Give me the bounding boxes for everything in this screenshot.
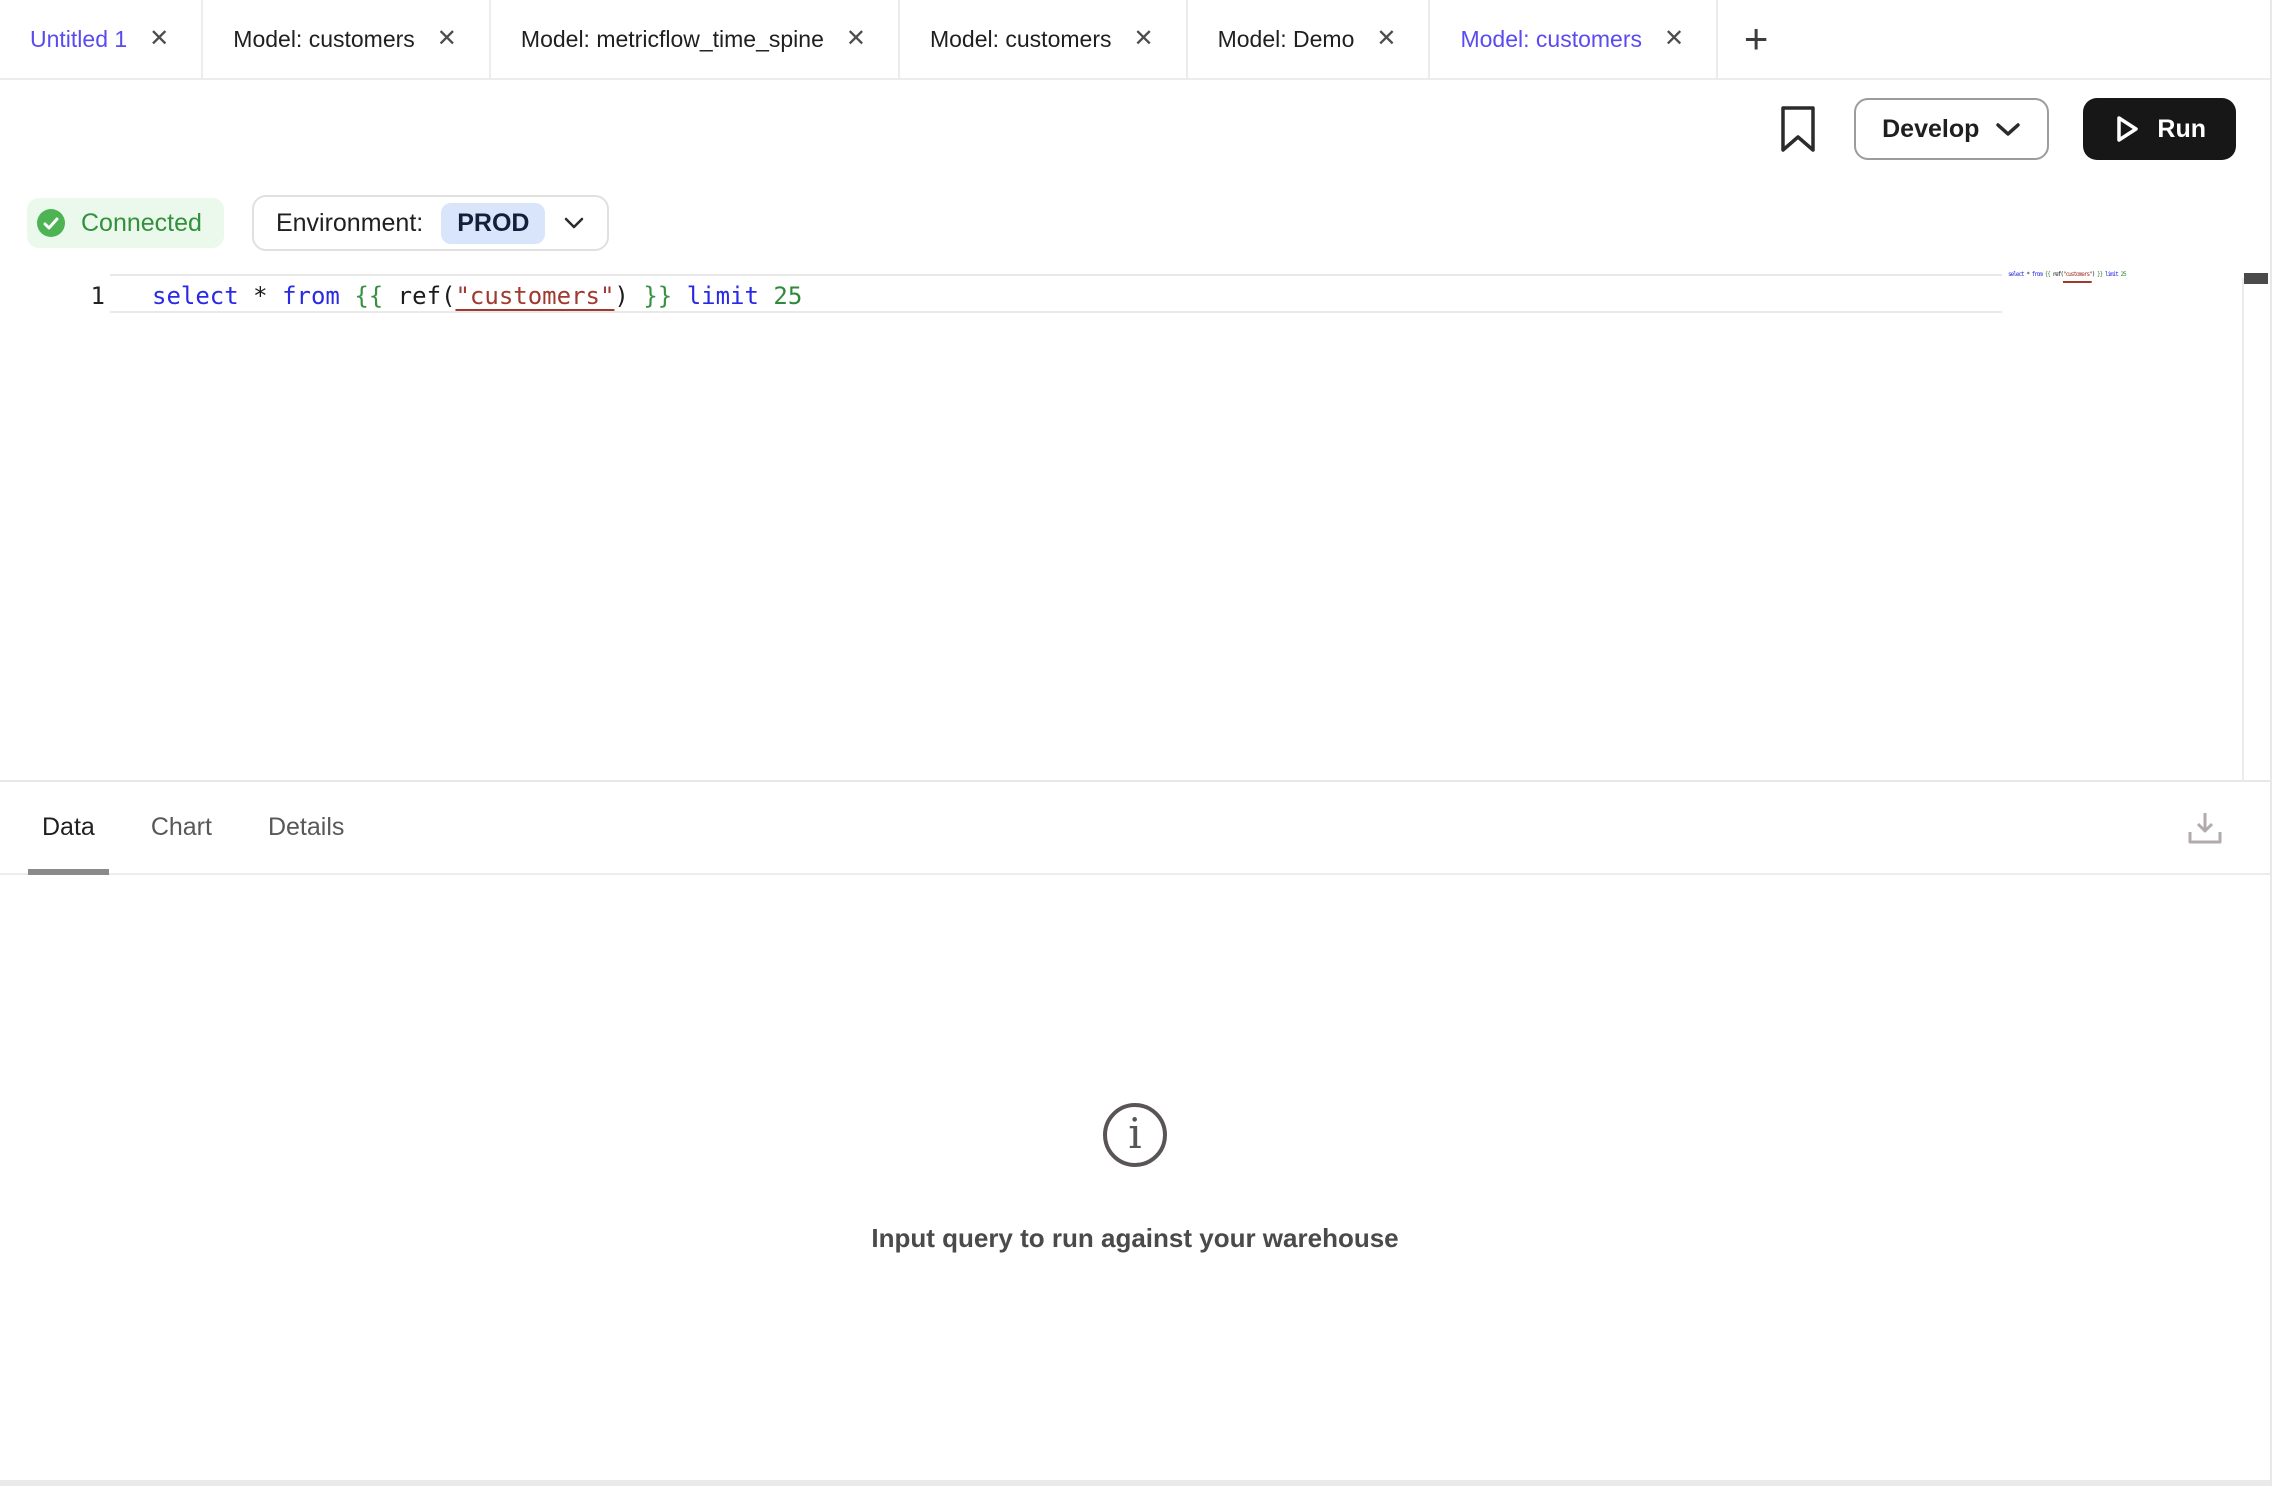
code-token [268, 282, 282, 310]
code-token: select [152, 282, 239, 310]
toolbar: Develop Run [0, 80, 2270, 178]
bottom-edge [0, 1480, 2270, 1486]
results-tab-label: Chart [151, 813, 212, 842]
results-tab-bar: Data Chart Details [0, 780, 2270, 875]
code-token [759, 282, 773, 310]
results-tab-data[interactable]: Data [42, 782, 95, 873]
tab-label: Model: customers [930, 26, 1112, 53]
info-glyph: i [1128, 1113, 1141, 1155]
tab-4[interactable]: Model: Demo ✕ [1188, 0, 1431, 78]
environment-selector[interactable]: Environment: PROD [252, 195, 610, 251]
tab-label: Untitled 1 [30, 26, 127, 53]
bookmark-icon [1780, 105, 1816, 153]
status-row: Connected Environment: PROD [0, 178, 2270, 268]
code-token [340, 282, 354, 310]
tab-1[interactable]: Model: customers ✕ [203, 0, 491, 78]
close-icon[interactable]: ✕ [1374, 25, 1398, 53]
tab-3[interactable]: Model: customers ✕ [900, 0, 1188, 78]
code-token: 25 [773, 282, 802, 310]
code-token: from [2032, 271, 2042, 278]
code-token: {{ [354, 282, 383, 310]
run-button[interactable]: Run [2083, 98, 2236, 160]
results-tabs-container: Data Chart Details [42, 782, 344, 873]
tab-label: Model: Demo [1218, 26, 1355, 53]
develop-button[interactable]: Develop [1854, 98, 2049, 160]
editor-minimap[interactable]: select * from {{ ref("customers") }} lim… [2008, 270, 2218, 279]
close-icon[interactable]: ✕ [147, 25, 171, 53]
results-panel: i Input query to run against your wareho… [0, 875, 2270, 1483]
info-icon: i [1103, 1103, 1167, 1167]
code-token: from [282, 282, 340, 310]
code-token: ref( [398, 282, 456, 310]
download-icon [2186, 810, 2224, 846]
ide-window: Untitled 1✕Model: customers✕Model: metri… [0, 0, 2272, 1486]
tab-bar: Untitled 1✕Model: customers✕Model: metri… [0, 0, 2270, 80]
empty-state: i Input query to run against your wareho… [0, 1103, 2270, 1254]
code-token [383, 282, 397, 310]
code-token: "customers" [455, 282, 614, 310]
close-icon[interactable]: ✕ [1662, 25, 1686, 53]
develop-button-label: Develop [1882, 115, 1979, 144]
check-circle-icon [37, 209, 65, 237]
code-token [672, 282, 686, 310]
close-icon[interactable]: ✕ [435, 25, 459, 53]
code-token: }} [643, 282, 672, 310]
chevron-down-icon [563, 216, 585, 230]
close-icon[interactable]: ✕ [1131, 25, 1155, 53]
line-number-gutter: 1 [0, 278, 105, 314]
editor-scrollbar-thumb[interactable] [2244, 273, 2268, 284]
tab-5[interactable]: Model: customers ✕ [1430, 0, 1718, 78]
code-line[interactable]: select * from {{ ref("customers") }} lim… [152, 278, 802, 314]
connected-badge: Connected [27, 198, 224, 248]
active-line-top-border [110, 274, 2002, 276]
environment-value-pill: PROD [441, 203, 545, 244]
play-icon [2113, 114, 2141, 144]
download-button[interactable] [2186, 810, 2224, 846]
code-token: ) [614, 282, 628, 310]
plus-icon: + [1744, 15, 1769, 63]
tab-label: Model: customers [1460, 26, 1642, 53]
connected-label: Connected [81, 209, 202, 238]
tab-label: Model: customers [233, 26, 415, 53]
code-token: select [2008, 271, 2024, 278]
code-token: 25 [2121, 271, 2126, 278]
tab-0[interactable]: Untitled 1 ✕ [0, 0, 203, 78]
results-tab-label: Data [42, 813, 95, 842]
code-token: * [253, 282, 267, 310]
new-tab-button[interactable]: + [1718, 0, 1794, 78]
editor-scrollbar-track [2242, 278, 2244, 780]
run-button-label: Run [2157, 115, 2206, 144]
code-token [239, 282, 253, 310]
code-token: limit [2105, 271, 2118, 278]
code-token: ref( [2053, 271, 2063, 278]
tab-label: Model: metricflow_time_spine [521, 26, 824, 53]
bookmark-button[interactable] [1776, 101, 1820, 157]
empty-state-message: Input query to run against your warehous… [871, 1223, 1398, 1254]
environment-label: Environment: [276, 209, 423, 238]
tab-2[interactable]: Model: metricflow_time_spine ✕ [491, 0, 900, 78]
results-tab-label: Details [268, 813, 344, 842]
results-tab-chart[interactable]: Chart [151, 782, 212, 873]
results-tab-details[interactable]: Details [268, 782, 344, 873]
code-token: "customers" [2063, 271, 2092, 278]
code-token [629, 282, 643, 310]
sql-editor[interactable]: 1 select * from {{ ref("customers") }} l… [0, 268, 2270, 780]
close-icon[interactable]: ✕ [844, 25, 868, 53]
code-token: limit [687, 282, 759, 310]
chevron-down-icon [1995, 121, 2021, 137]
tabs-container: Untitled 1✕Model: customers✕Model: metri… [0, 0, 1718, 78]
